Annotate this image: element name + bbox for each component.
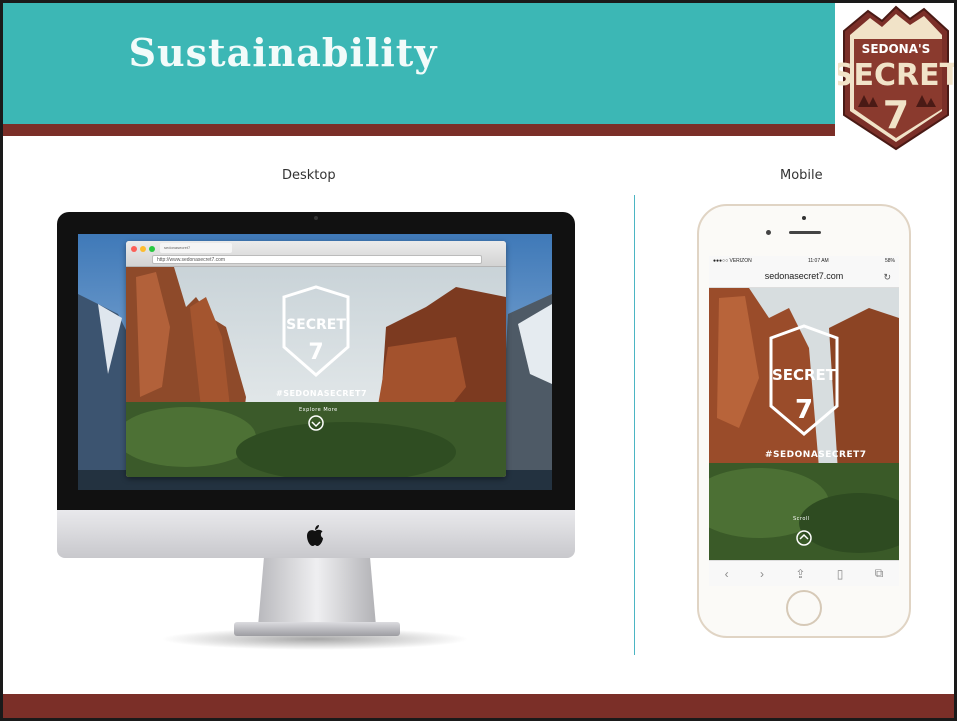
status-time: 11:07 AM	[807, 258, 829, 264]
safari-toolbar: ‹ › ⇪ ▯ ⧉	[709, 560, 899, 586]
mobile-scroll-hint[interactable]: Scroll	[793, 516, 810, 522]
iphone-home-button[interactable]	[786, 590, 822, 626]
minimize-button[interactable]	[140, 246, 146, 252]
back-icon[interactable]: ‹	[725, 567, 729, 581]
desktop-website-hero: SECRET 7 #SEDONASECRET7 Explore More	[126, 267, 506, 477]
sedonas-secret-7-logo: SEDONA'S SECRET 7	[832, 3, 957, 153]
svg-text:SECRET: SECRET	[838, 58, 954, 93]
iphone-screen: ●●●○○ VERIZON 11:07 AM 58% sedonasecret7…	[709, 256, 899, 586]
iphone-front-camera	[766, 230, 771, 235]
svg-text:7: 7	[308, 340, 323, 365]
browser-tab[interactable]: sedonasecret7	[160, 243, 232, 253]
svg-text:7: 7	[883, 93, 909, 137]
desktop-hashtag: #SEDONASECRET7	[276, 389, 368, 398]
desktop-browser-window: sedonasecret7 http://www.sedonasecret7.c…	[126, 241, 506, 477]
mobile-label: Mobile	[780, 168, 823, 183]
footer-stripe	[3, 694, 954, 718]
desktop-scroll-hint[interactable]: Explore More	[299, 407, 338, 413]
status-carrier: ●●●○○ VERIZON	[713, 258, 752, 264]
reload-icon[interactable]: ↻	[883, 272, 891, 283]
column-divider	[634, 195, 635, 655]
mobile-url-text: sedonasecret7.com	[764, 271, 844, 281]
close-button[interactable]	[131, 246, 137, 252]
svg-text:7: 7	[795, 395, 813, 425]
svg-text:SEDONA'S: SEDONA'S	[862, 42, 931, 56]
page-title: Sustainability	[128, 30, 438, 75]
forward-icon[interactable]: ›	[760, 567, 764, 581]
status-bar: ●●●○○ VERIZON 11:07 AM 58%	[709, 256, 899, 268]
zoom-button[interactable]	[149, 246, 155, 252]
apple-icon	[304, 524, 326, 548]
browser-url-bar[interactable]: http://www.sedonasecret7.com	[152, 255, 482, 264]
svg-text:SECRET: SECRET	[286, 317, 346, 333]
header-stripe	[3, 124, 835, 136]
bookmarks-icon[interactable]: ▯	[837, 567, 844, 581]
mobile-hashtag: #SEDONASECRET7	[765, 450, 867, 460]
share-icon[interactable]: ⇪	[795, 567, 805, 581]
imac-stand-neck	[258, 558, 376, 626]
imac-camera	[314, 216, 318, 220]
imac-stand-base	[234, 622, 400, 636]
status-battery: 58%	[884, 258, 895, 264]
svg-text:SECRET: SECRET	[772, 366, 837, 384]
desktop-label: Desktop	[282, 168, 336, 183]
mobile-url-bar[interactable]: sedonasecret7.com ↻	[709, 268, 899, 288]
mobile-website-hero: SECRET 7 #SEDONASECRET7 Scroll	[709, 288, 899, 560]
browser-toolbar: sedonasecret7 http://www.sedonasecret7.c…	[126, 241, 506, 267]
iphone-speaker	[789, 231, 821, 234]
iphone-sensor	[802, 216, 806, 220]
tabs-icon[interactable]: ⧉	[875, 566, 884, 581]
